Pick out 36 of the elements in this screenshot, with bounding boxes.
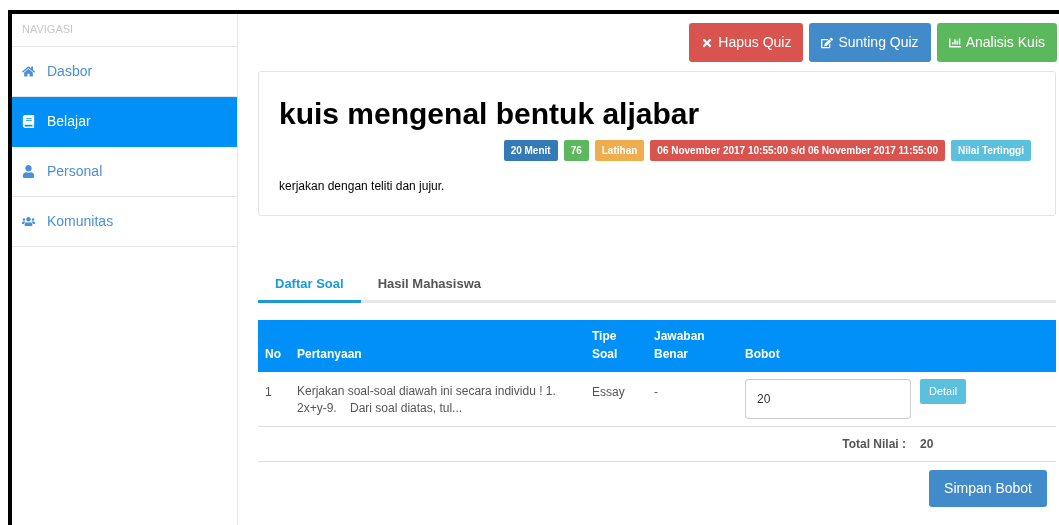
badge: 06 November 2017 10:55:00 s/d 06 November 2017 11:55:00 xyxy=(650,140,946,161)
total-value: 20 xyxy=(920,436,934,453)
badge: Nilai Tertinggi xyxy=(951,140,1031,161)
sidebar-item[interactable]: Personal xyxy=(12,147,237,197)
column-header: Jawaban Benar xyxy=(653,328,706,363)
table-cell-text: - xyxy=(653,384,659,401)
sidebar-item[interactable]: Komunitas xyxy=(12,197,237,247)
tab[interactable]: Hasil Mahasiswa xyxy=(360,268,498,303)
badge: Latihan xyxy=(594,140,645,161)
bar-chart-icon xyxy=(948,36,961,49)
chart-button[interactable]: Analisis Kuis xyxy=(936,23,1057,62)
home-icon xyxy=(22,65,35,78)
sidebar-item[interactable]: Belajar xyxy=(12,97,237,147)
table-cell-text: 1 xyxy=(264,384,273,401)
weight-input[interactable]: 20 xyxy=(745,379,911,419)
users-icon xyxy=(22,215,35,228)
save-button[interactable]: Simpan Bobot xyxy=(929,470,1047,507)
delete-button[interactable]: Hapus Quiz xyxy=(689,23,804,62)
table-cell-text: Essay xyxy=(591,384,626,401)
quiz-title: kuis mengenal bentuk aljabar xyxy=(279,96,701,132)
column-header: Tipe Soal xyxy=(591,328,619,363)
badge: 76 xyxy=(563,140,589,161)
column-header: No xyxy=(264,346,282,363)
tab[interactable]: Daftar Soal xyxy=(258,268,361,303)
table-cell-text: Kerjakan soal-soal diawah ini secara individu ! 1. 2x+y-9. Dari soal diatas, tul... xyxy=(296,383,557,417)
edit-button[interactable]: Sunting Quiz xyxy=(809,23,931,62)
edit-icon xyxy=(821,36,834,49)
total-label: Total Nilai : xyxy=(841,436,907,453)
column-header: Pertanyaan xyxy=(296,346,363,363)
detail-button[interactable]: Detail xyxy=(920,379,967,404)
column-header: Bobot xyxy=(744,346,781,363)
book-icon xyxy=(22,115,35,128)
user-icon xyxy=(22,165,35,178)
delete-icon xyxy=(701,36,714,49)
quiz-description: kerjakan dengan teliti dan jujur. xyxy=(279,178,446,195)
badge: 20 Menit xyxy=(503,140,558,161)
